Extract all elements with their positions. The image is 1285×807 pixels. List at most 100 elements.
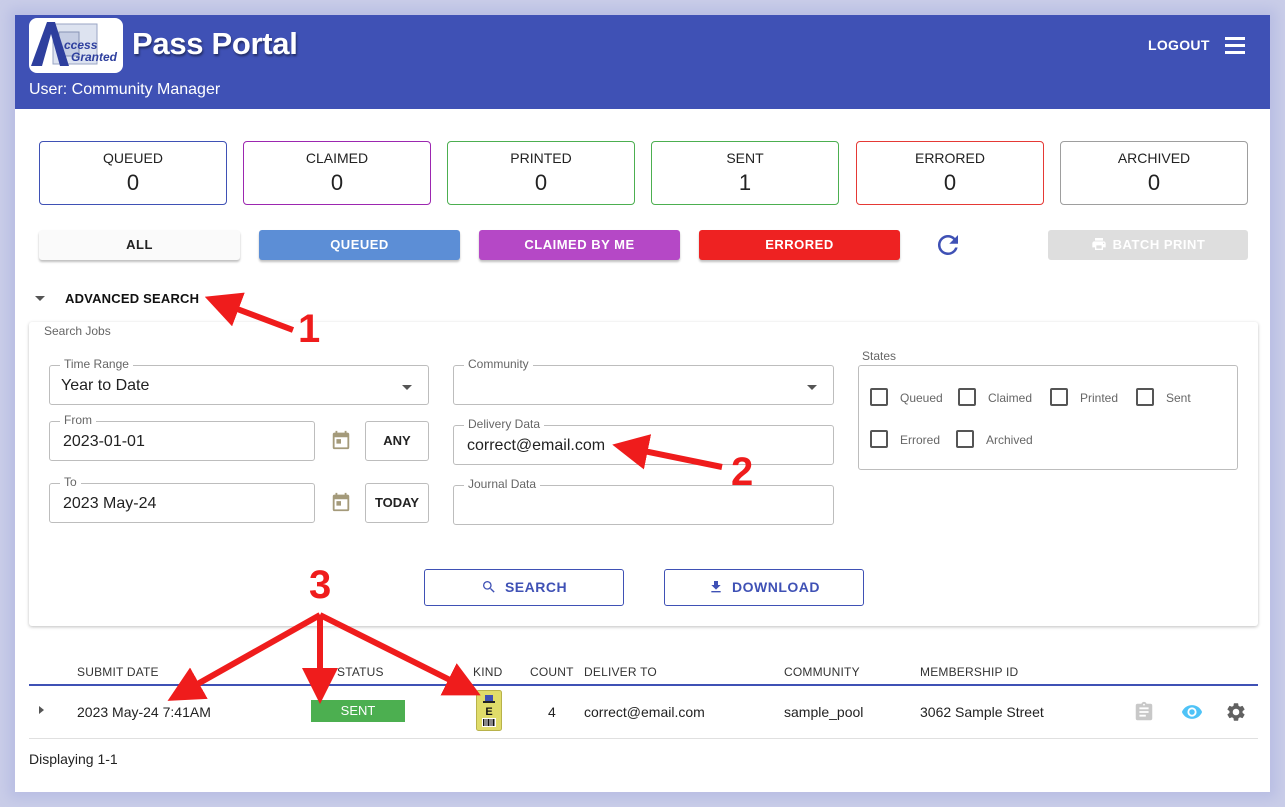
table-row-divider <box>29 738 1258 739</box>
calendar-icon[interactable] <box>330 491 352 513</box>
counter-label: PRINTED <box>510 150 572 166</box>
batch-print-label: BATCH PRINT <box>1112 237 1206 252</box>
checkbox-icon <box>1050 388 1068 406</box>
field-value: 2023 May-24 <box>63 495 157 512</box>
counter-label: ARCHIVED <box>1117 150 1191 166</box>
refresh-icon[interactable] <box>933 230 963 260</box>
download-icon <box>711 581 721 593</box>
hamburger-menu-icon[interactable] <box>1225 37 1245 54</box>
field-value: 2023-01-01 <box>63 433 145 450</box>
field-label: Community <box>464 357 533 371</box>
search-button[interactable]: SEARCH <box>424 569 624 606</box>
checkbox-icon <box>870 430 888 448</box>
annotation-number-1: 1 <box>298 307 321 351</box>
batch-print-button[interactable]: BATCH PRINT <box>1048 230 1248 260</box>
kind-letter: E <box>485 706 492 718</box>
logout-button[interactable]: LOGOUT <box>1148 37 1210 53</box>
app-title: Pass Portal <box>132 26 298 61</box>
dropdown-arrow-icon <box>807 385 817 390</box>
download-button-label: DOWNLOAD <box>732 579 820 595</box>
annotation-number-3: 3 <box>309 563 332 607</box>
search-icon <box>482 581 495 593</box>
column-header-deliver-to[interactable]: DELIVER TO <box>584 665 657 679</box>
counter-value: 0 <box>330 170 344 195</box>
advanced-search-label: ADVANCED SEARCH <box>65 291 200 306</box>
checkbox-icon <box>956 430 974 448</box>
counter-label: SENT <box>726 150 764 166</box>
field-label: Journal Data <box>464 477 541 491</box>
column-header-status[interactable]: STATUS <box>337 665 384 679</box>
counter-value: 0 <box>943 170 957 195</box>
delivery-data-field[interactable]: Delivery Data correct@email.com <box>453 417 834 465</box>
logo-text-granted: Granted <box>71 50 118 64</box>
states-label: States <box>862 349 897 363</box>
delivery-data-value: correct@email.com <box>467 437 606 454</box>
filter-errored-button[interactable]: ERRORED <box>699 230 900 260</box>
search-button-label: SEARCH <box>504 579 568 595</box>
column-header-membership-id[interactable]: MEMBERSHIP ID <box>920 665 1018 679</box>
checkbox-label: Archived <box>986 433 1033 447</box>
counter-value: 1 <box>738 170 752 195</box>
any-date-button[interactable]: ANY <box>365 421 429 461</box>
cell-count: 4 <box>548 704 556 720</box>
community-select[interactable]: Community <box>453 357 834 405</box>
checkbox-label: Claimed <box>988 391 1033 405</box>
checkbox-icon <box>870 388 888 406</box>
checkbox-icon <box>958 388 976 406</box>
counter-value: 0 <box>534 170 548 195</box>
clipboard-icon[interactable] <box>1133 701 1155 723</box>
today-date-button[interactable]: TODAY <box>365 483 429 523</box>
column-header-kind[interactable]: KIND <box>473 665 502 679</box>
panel-title: Search Jobs <box>44 324 111 338</box>
app-header: ccess Granted Pass Portal User: Communit… <box>15 15 1270 109</box>
field-label: From <box>60 413 96 427</box>
counter-value: 0 <box>126 170 140 195</box>
cell-membership-id: 3062 Sample Street <box>920 704 1044 720</box>
checkbox-label: Printed <box>1080 391 1119 405</box>
counter-label: QUEUED <box>103 150 163 166</box>
calendar-icon[interactable] <box>330 429 352 451</box>
field-label: Time Range <box>60 357 133 371</box>
counter-queued: QUEUED 0 <box>39 141 227 205</box>
field-value: Year to Date <box>61 377 150 394</box>
counter-claimed: CLAIMED 0 <box>243 141 431 205</box>
counter-sent: SENT 1 <box>651 141 839 205</box>
time-range-select[interactable]: Time Range Year to Date <box>49 357 429 405</box>
column-header-community[interactable]: COMMUNITY <box>784 665 860 679</box>
expand-row-icon[interactable] <box>39 706 44 714</box>
printer-icon <box>1092 238 1106 250</box>
filter-claimed-by-me-button[interactable]: CLAIMED BY ME <box>479 230 680 260</box>
journal-data-field[interactable]: Journal Data <box>453 477 834 525</box>
pagination-info: Displaying 1-1 <box>29 751 118 767</box>
cell-deliver-to: correct@email.com <box>584 704 705 720</box>
download-button[interactable]: DOWNLOAD <box>664 569 864 606</box>
dropdown-arrow-icon <box>402 385 412 390</box>
advanced-search-toggle[interactable]: ADVANCED SEARCH <box>35 291 215 311</box>
settings-gear-icon[interactable] <box>1225 701 1247 723</box>
from-date-field[interactable]: From 2023-01-01 <box>49 413 315 461</box>
checkbox-icon <box>1136 388 1154 406</box>
cell-community: sample_pool <box>784 704 864 720</box>
access-granted-logo: ccess Granted <box>29 18 123 73</box>
annotation-number-2: 2 <box>731 450 754 494</box>
email-pass-kind-icon: E <box>476 690 502 731</box>
app-window: ccess Granted Pass Portal User: Communit… <box>15 15 1270 792</box>
filter-queued-button[interactable]: QUEUED <box>259 230 460 260</box>
counter-label: ERRORED <box>914 150 985 166</box>
cell-submit-date: 2023 May-24 7:41AM <box>77 704 211 720</box>
field-label: Delivery Data <box>464 417 545 431</box>
column-header-count[interactable]: COUNT <box>530 665 574 679</box>
counter-archived: ARCHIVED 0 <box>1060 141 1248 205</box>
to-date-field[interactable]: To 2023 May-24 <box>49 475 315 523</box>
table-header-divider <box>29 684 1258 686</box>
field-label: To <box>60 475 81 489</box>
column-header-submit-date[interactable]: SUBMIT DATE <box>77 665 159 679</box>
filter-all-button[interactable]: ALL <box>39 230 240 260</box>
search-jobs-panel: Search Jobs Time Range Year to Date From… <box>29 322 1258 626</box>
status-badge: SENT <box>311 700 405 722</box>
checkbox-label: Sent <box>1166 391 1191 405</box>
counter-errored: ERRORED 0 <box>856 141 1044 205</box>
view-eye-icon[interactable] <box>1180 701 1203 723</box>
checkbox-label: Queued <box>900 391 943 405</box>
counter-label: CLAIMED <box>305 150 369 166</box>
